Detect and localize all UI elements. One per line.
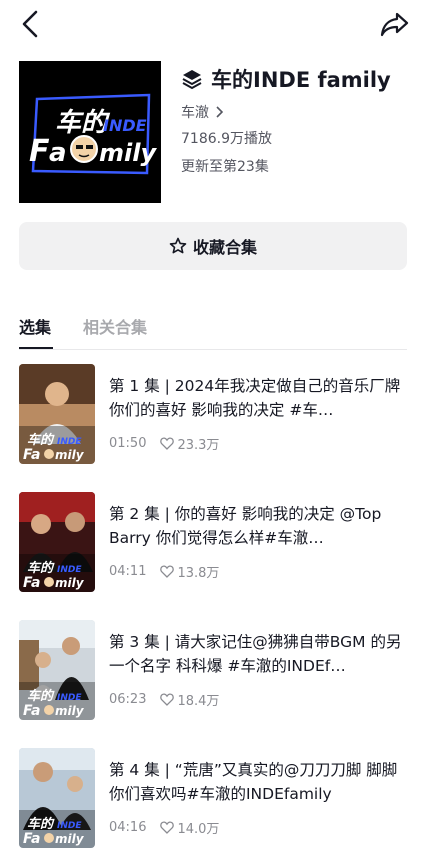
episode-meta: 01:50 23.3万	[109, 434, 219, 453]
cover-logo: 车的 INDE F a mily	[19, 61, 161, 203]
play-count: 7186.9万播放	[181, 131, 272, 147]
svg-text:a: a	[49, 138, 67, 168]
episode-item[interactable]: 车的 INDE Fa mily 第 2 集 | 你的喜好 影响我的决定 @Top…	[19, 492, 409, 592]
tab-bar: 选集 相关合集	[19, 310, 407, 350]
episode-title: 第 4 集 | “荒唐”又真实的@刀刀刀脚 脚脚 你们喜欢吗#车澈的INDEfa…	[109, 761, 398, 803]
svg-text:车的: 车的	[27, 432, 55, 448]
episode-likes: 13.8万	[177, 566, 220, 581]
star-outline-icon	[169, 237, 187, 254]
episode-thumbnail: 车的 INDE Fa mily	[19, 364, 95, 464]
svg-text:INDE: INDE	[57, 693, 82, 703]
svg-text:mily: mily	[55, 832, 85, 846]
svg-text:INDE: INDE	[57, 565, 82, 575]
active-tab-indicator	[19, 347, 53, 349]
svg-text:INDE: INDE	[103, 116, 147, 135]
update-status: 更新至第23集	[181, 159, 269, 175]
collection-info: 车的INDE family 车澈 7186.9万播放 更新至第23集	[181, 64, 416, 176]
episode-thumbnail: 车的 INDE Fa mily	[19, 620, 95, 720]
episode-likes: 23.3万	[177, 438, 220, 453]
svg-text:mily: mily	[99, 139, 157, 167]
back-button[interactable]	[14, 8, 46, 40]
episode-duration: 01:50	[109, 436, 147, 451]
collect-button[interactable]: 收藏合集	[19, 222, 407, 270]
chevron-left-icon	[22, 10, 38, 38]
svg-text:Fa: Fa	[23, 831, 40, 847]
tab-episodes[interactable]: 选集	[19, 314, 51, 338]
svg-text:车的: 车的	[27, 816, 55, 832]
svg-text:mily: mily	[55, 704, 85, 718]
episode-meta: 06:23 18.4万	[109, 690, 219, 709]
episode-duration: 04:16	[109, 820, 147, 835]
episode-item[interactable]: 车的 INDE Fa mily 第 1 集 | 2024年我决定做自己的音乐厂牌…	[19, 364, 409, 464]
top-bar	[0, 0, 426, 48]
episode-item[interactable]: 车的 INDE Fa mily 第 4 集 | “荒唐”又真实的@刀刀刀脚 脚脚…	[19, 748, 409, 848]
heart-outline-icon	[160, 821, 175, 834]
author-link[interactable]: 车澈	[181, 102, 416, 122]
episode-thumbnail: 车的 INDE Fa mily	[19, 748, 95, 848]
share-button[interactable]	[378, 8, 412, 40]
tab-related-collections[interactable]: 相关合集	[83, 314, 147, 338]
svg-text:车的: 车的	[27, 560, 55, 576]
episode-duration: 04:11	[109, 564, 147, 579]
episode-title: 第 3 集 | 请大家记住@狒狒自带BGM 的另一个名字 科科爆 #车澈的IND…	[109, 633, 402, 675]
chevron-right-icon	[216, 106, 223, 118]
svg-text:F: F	[29, 134, 50, 169]
svg-text:mily: mily	[55, 448, 85, 462]
episode-likes: 14.0万	[177, 822, 220, 837]
heart-outline-icon	[160, 437, 175, 450]
collection-title: 车的INDE family	[211, 68, 391, 92]
collection-cover[interactable]: 车的 INDE F a mily	[19, 61, 161, 203]
episode-item[interactable]: 车的 INDE Fa mily 第 3 集 | 请大家记住@狒狒自带BGM 的另…	[19, 620, 409, 720]
svg-text:Fa: Fa	[23, 447, 40, 463]
episode-duration: 06:23	[109, 692, 147, 707]
svg-text:车的: 车的	[27, 688, 55, 704]
svg-text:INDE: INDE	[57, 437, 82, 447]
svg-text:Fa: Fa	[23, 575, 40, 591]
episode-likes: 18.4万	[177, 694, 220, 709]
share-arrow-icon	[380, 12, 409, 37]
episode-meta: 04:11 13.8万	[109, 562, 219, 581]
svg-text:INDE: INDE	[57, 821, 82, 831]
heart-outline-icon	[160, 693, 175, 706]
heart-outline-icon	[160, 565, 175, 578]
author-name: 车澈	[181, 105, 209, 121]
collection-layers-icon	[182, 70, 202, 90]
svg-text:mily: mily	[55, 576, 85, 590]
episode-title: 第 1 集 | 2024年我决定做自己的音乐厂牌 你们的喜好 影响我的决定 #车…	[109, 377, 401, 419]
svg-text:Fa: Fa	[23, 703, 40, 719]
episode-thumbnail: 车的 INDE Fa mily	[19, 492, 95, 592]
title-row: 车的INDE family	[181, 64, 416, 94]
episode-title: 第 2 集 | 你的喜好 影响我的决定 @Top Barry 你们觉得怎么样#车…	[109, 505, 382, 547]
collect-button-label: 收藏合集	[192, 238, 257, 257]
episode-meta: 04:16 14.0万	[109, 818, 219, 837]
